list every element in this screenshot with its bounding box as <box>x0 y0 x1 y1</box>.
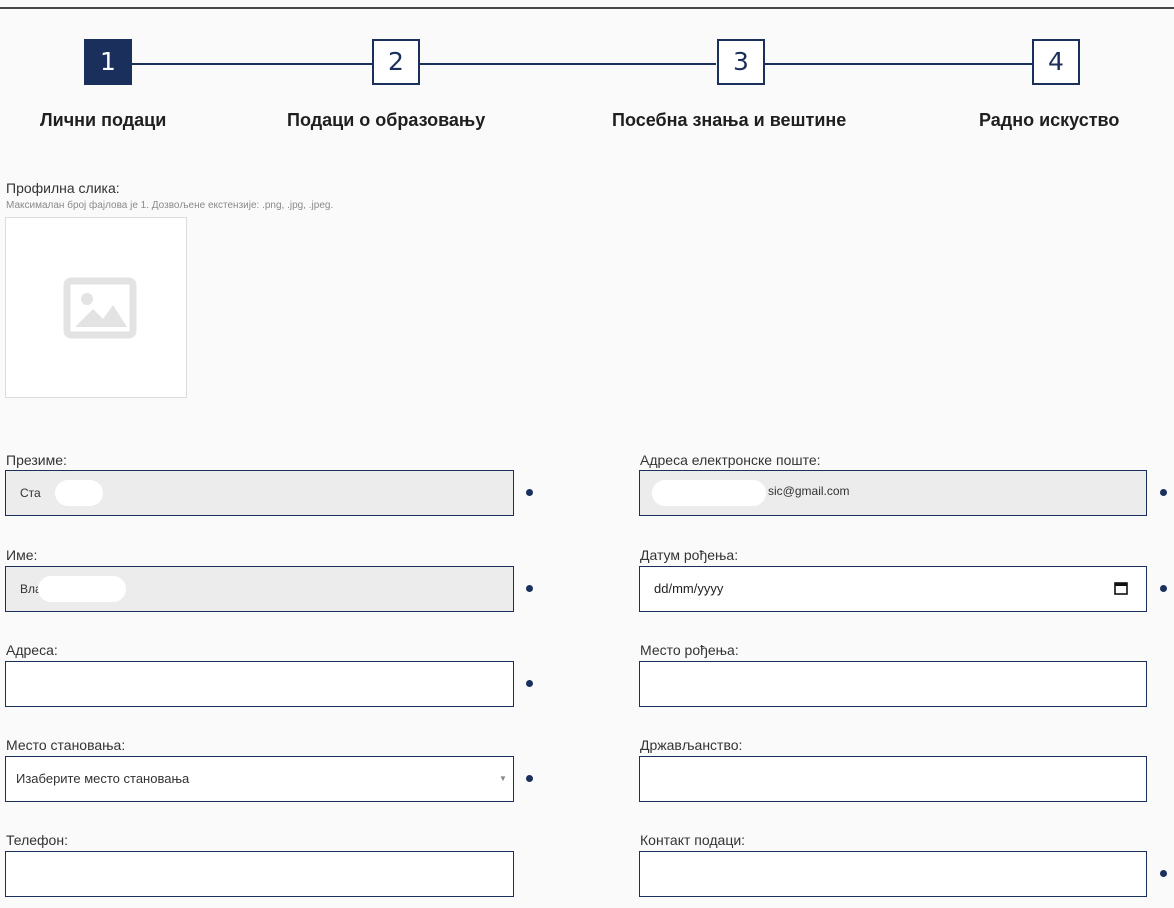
residence-select-placeholder: Изаберите место становања <box>16 771 190 786</box>
first-name-label: Име: <box>6 547 38 563</box>
step-4-indicator[interactable]: 4 <box>1032 39 1080 85</box>
surname-label: Презиме: <box>6 452 67 468</box>
wizard-stepper: 1 2 3 4 Лични подаци Подаци о образовању… <box>0 0 1174 140</box>
email-field-value: sic@gmail.com <box>768 484 850 498</box>
step-1-indicator[interactable]: 1 <box>84 39 132 85</box>
calendar-icon[interactable] <box>1114 581 1128 595</box>
required-indicator <box>1160 585 1167 592</box>
step-connector <box>132 63 372 65</box>
step-connector <box>418 63 716 65</box>
chevron-down-icon[interactable]: ▼ <box>499 774 507 783</box>
birth-place-field[interactable] <box>639 661 1147 707</box>
step-1-label[interactable]: Лични подаци <box>40 110 166 131</box>
birth-date-label: Датум рођења: <box>640 547 739 563</box>
birth-date-placeholder: dd/mm/yyyy <box>654 581 724 596</box>
step-connector <box>764 63 1032 65</box>
profile-picture-label: Профилна слика: <box>6 180 120 196</box>
birth-date-field[interactable]: dd/mm/yyyy <box>639 566 1147 612</box>
citizenship-field[interactable] <box>639 756 1147 802</box>
residence-select[interactable]: Изаберите место становања <box>5 756 514 802</box>
step-3-label[interactable]: Посебна знања и вештине <box>612 110 846 131</box>
profile-picture-upload[interactable] <box>5 217 187 398</box>
birth-place-label: Место рођења: <box>640 642 739 658</box>
required-indicator <box>526 775 533 782</box>
step-2-label[interactable]: Подаци о образовању <box>287 110 485 131</box>
image-placeholder-icon <box>63 277 137 339</box>
contact-label: Контакт подаци: <box>640 832 746 848</box>
required-indicator <box>526 680 533 687</box>
required-indicator <box>1160 870 1167 877</box>
step-2-indicator[interactable]: 2 <box>372 39 420 85</box>
residence-label: Место становања: <box>6 737 126 753</box>
step-3-indicator[interactable]: 3 <box>717 39 765 85</box>
phone-field[interactable] <box>5 851 514 897</box>
required-indicator <box>526 489 533 496</box>
required-indicator <box>526 585 533 592</box>
redaction-mask <box>38 576 126 602</box>
redaction-mask <box>55 480 103 506</box>
email-label: Адреса електронске поште: <box>640 452 821 468</box>
required-indicator <box>1160 489 1167 496</box>
citizenship-label: Држављанство: <box>640 737 743 753</box>
phone-label: Телефон: <box>6 832 68 848</box>
redaction-mask <box>652 480 766 506</box>
address-label: Адреса: <box>6 642 58 658</box>
address-field[interactable] <box>5 661 514 707</box>
profile-picture-hint: Максималан број фајлова је 1. Дозвољене … <box>6 200 334 211</box>
contact-field[interactable] <box>639 851 1147 897</box>
step-4-label[interactable]: Радно искуство <box>979 110 1119 131</box>
